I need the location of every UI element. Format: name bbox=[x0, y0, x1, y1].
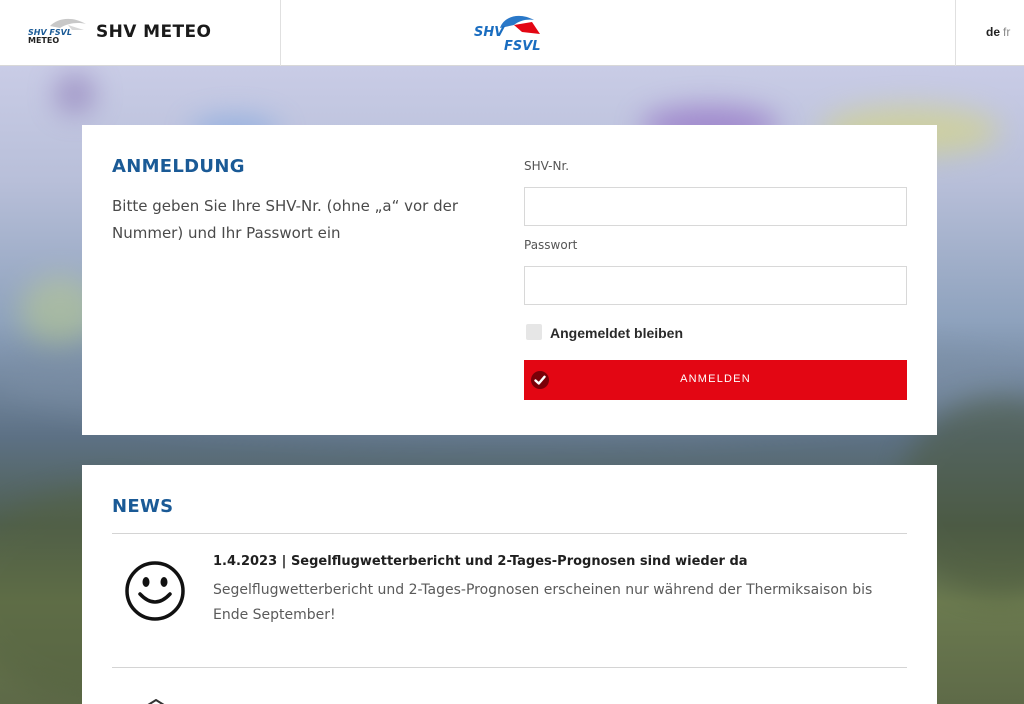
brand-area[interactable]: SHV FSVL METEO SHV METEO bbox=[0, 0, 281, 66]
login-card: ANMELDUNG Bitte geben Sie Ihre SHV-Nr. (… bbox=[82, 125, 937, 435]
brand-logo-text-bottom: METEO bbox=[28, 36, 59, 44]
remember-me-checkbox[interactable] bbox=[526, 324, 542, 340]
language-switcher: de fr bbox=[955, 0, 1024, 66]
language-fr-link[interactable]: fr bbox=[1003, 25, 1010, 39]
news-divider bbox=[112, 667, 907, 668]
shv-number-label: SHV-Nr. bbox=[524, 159, 570, 173]
next-news-icon bbox=[147, 699, 165, 704]
remember-me-label[interactable]: Angemeldet bleiben bbox=[550, 325, 683, 341]
shv-number-input[interactable] bbox=[524, 187, 907, 226]
login-button-label: ANMELDEN bbox=[680, 373, 751, 385]
app-title: SHV METEO bbox=[96, 22, 212, 42]
login-button[interactable]: ANMELDEN bbox=[524, 360, 907, 400]
center-logo-text-top: SHV bbox=[474, 25, 505, 40]
center-logo-text-bottom: FSVL bbox=[504, 39, 541, 54]
shv-meteo-logo: SHV FSVL METEO bbox=[28, 18, 86, 44]
password-input[interactable] bbox=[524, 266, 907, 305]
language-de-link[interactable]: de bbox=[986, 25, 1000, 39]
login-heading: ANMELDUNG bbox=[112, 156, 245, 177]
login-intro-text: Bitte geben Sie Ihre SHV-Nr. (ohne „a“ v… bbox=[112, 197, 459, 242]
news-divider bbox=[112, 533, 907, 534]
news-card: NEWS 1.4.2023 | Segelflugwetterbericht u… bbox=[82, 465, 937, 704]
smiley-icon bbox=[125, 561, 185, 621]
news-item-body: Segelflugwetterbericht und 2-Tages-Progn… bbox=[213, 582, 873, 623]
shv-fsvl-logo[interactable]: SHV FSVL bbox=[470, 10, 548, 56]
news-heading: NEWS bbox=[112, 496, 174, 517]
news-item-title[interactable]: 1.4.2023 | Segelflugwetterbericht und 2-… bbox=[213, 554, 748, 569]
top-header: SHV FSVL METEO SHV METEO SHV FSVL de fr bbox=[0, 0, 1024, 66]
password-label: Passwort bbox=[524, 238, 578, 252]
